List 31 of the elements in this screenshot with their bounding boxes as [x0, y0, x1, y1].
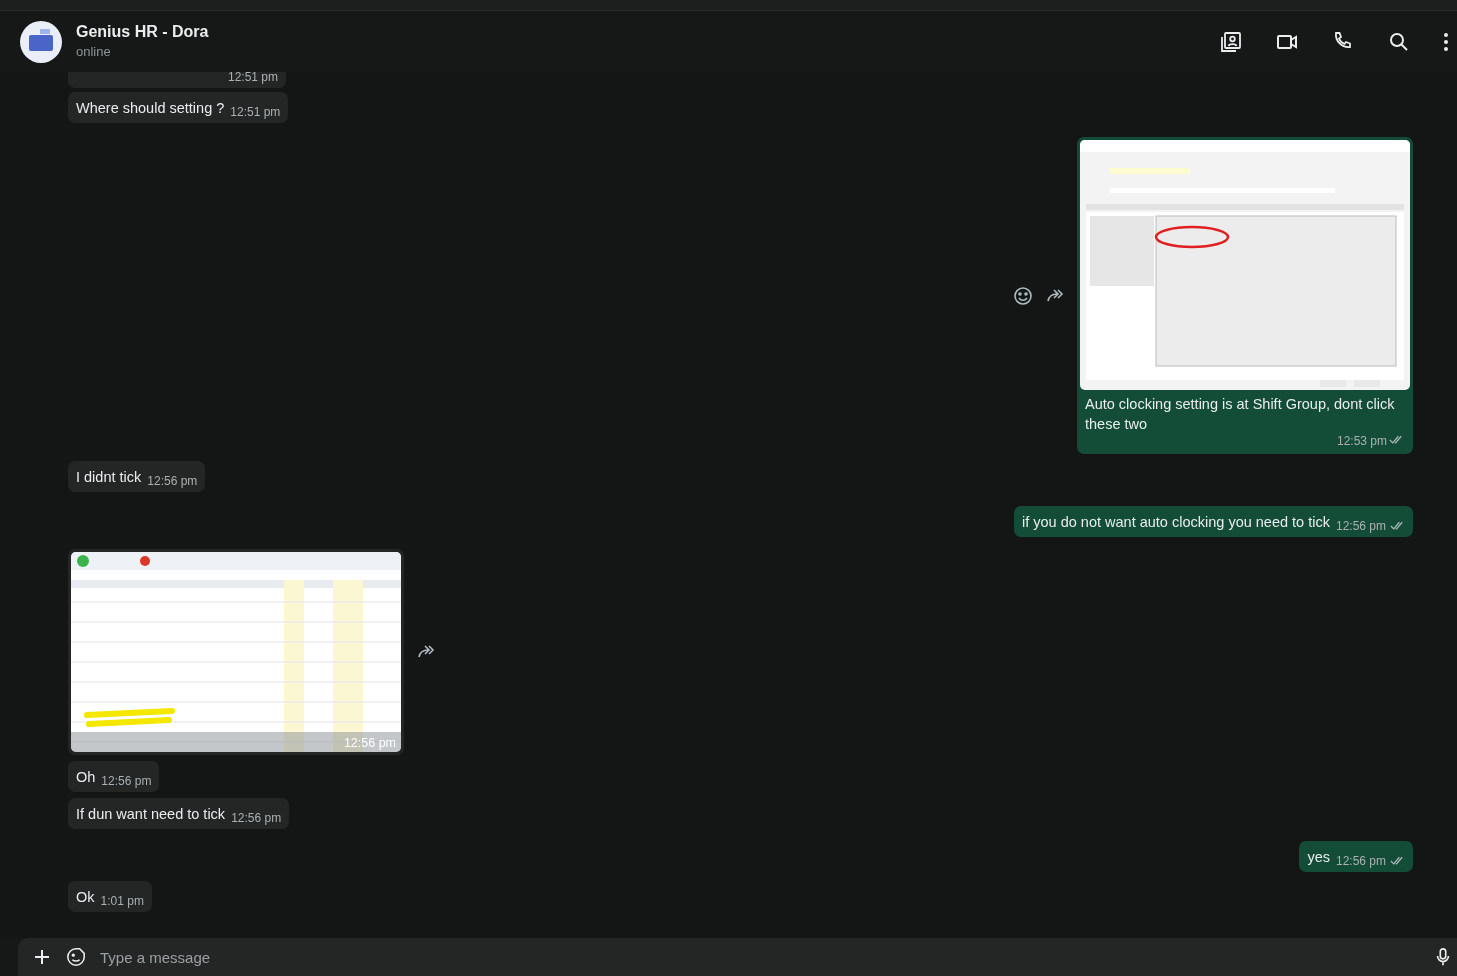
message-composer[interactable]: Type a message [18, 938, 1457, 976]
message-time: 1:01 pm [100, 894, 144, 908]
message-text: If dun want need to tick [76, 805, 226, 824]
message-time: 12:51 pm [228, 72, 279, 84]
microphone-icon[interactable] [1435, 947, 1451, 967]
message-text: Where should setting ? [76, 99, 225, 118]
message-text: Ok [76, 888, 95, 907]
sticker-icon[interactable] [66, 947, 86, 967]
message-input[interactable]: Type a message [100, 944, 1421, 970]
message-text: Auto clocking setting is at Shift Group, dont click these two [1084, 395, 1396, 434]
message-text: Oh [76, 768, 96, 787]
message-text: I didnt tick [76, 468, 142, 487]
plus-icon[interactable] [32, 947, 52, 967]
contact-card-icon[interactable] [1219, 29, 1243, 54]
message-time: 12:56 pm [231, 811, 282, 825]
contact-name: Genius HR - Dora [76, 21, 209, 42]
message-text: if you do not want auto clocking you need to tick [1022, 513, 1330, 532]
message-time: 12:51 pm [230, 105, 281, 119]
avatar[interactable] [20, 20, 62, 63]
message-time: 12:53 pm [1336, 434, 1387, 448]
contact-status: online [76, 42, 112, 61]
message-time: 12:56 pm [343, 736, 396, 750]
emoji-icon[interactable] [1013, 285, 1033, 306]
double-check-icon [1389, 435, 1404, 445]
double-check-icon [1390, 856, 1405, 866]
double-check-icon [1390, 521, 1405, 531]
message-time: 12:56 pm [1335, 854, 1386, 868]
message-time: 12:56 pm [147, 474, 198, 488]
message-text: yes [1307, 848, 1330, 867]
message-time: 12:56 pm [101, 774, 152, 788]
message-time: 12:56 pm [1335, 519, 1386, 533]
